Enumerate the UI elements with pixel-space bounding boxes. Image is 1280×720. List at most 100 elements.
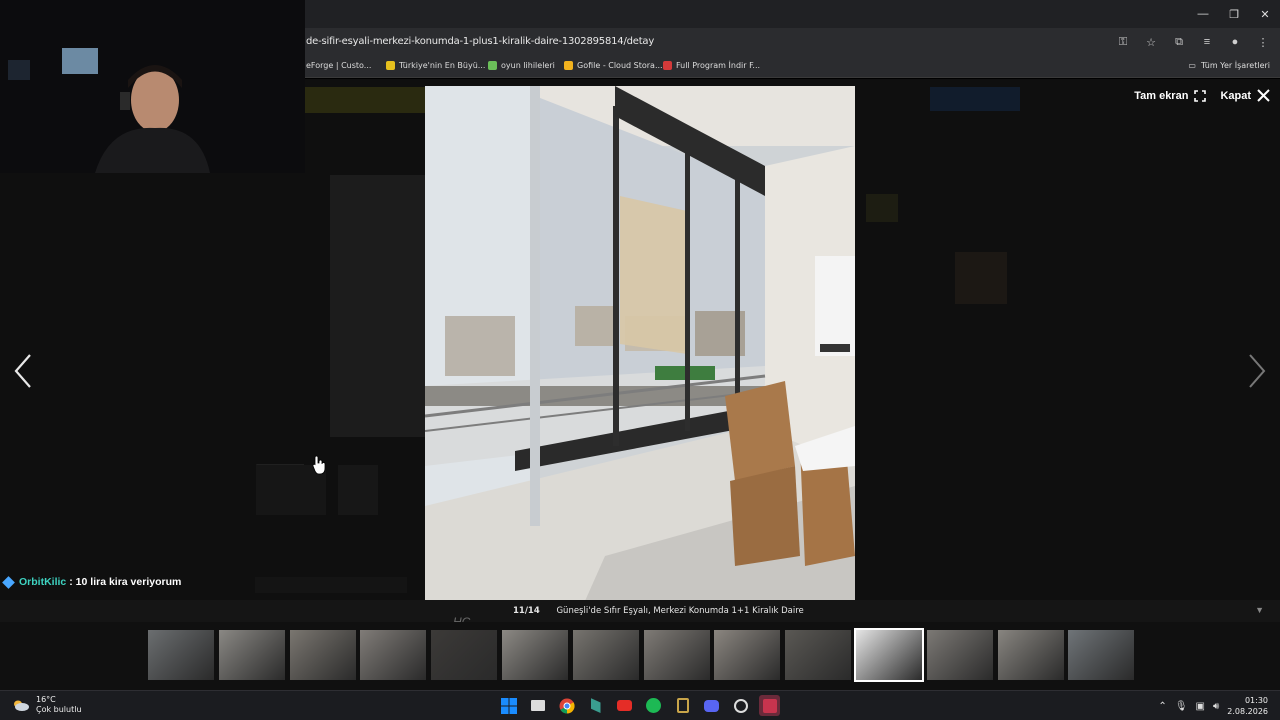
bookmark-favicon-icon (564, 61, 573, 70)
close-icon (1257, 89, 1270, 102)
photo-title: Güneşli'de Sıfır Eşyalı, Merkezi Konumda… (556, 606, 804, 616)
thumbnail-11[interactable] (854, 628, 924, 682)
scroll-down-icon[interactable]: ▼ (1255, 605, 1264, 615)
fullscreen-icon (1194, 89, 1207, 102)
taskbar-spotify[interactable] (643, 695, 664, 716)
taskbar-app[interactable] (730, 695, 751, 716)
temperature: 16°C (36, 695, 56, 704)
restore-icon[interactable]: ❐ (1219, 0, 1249, 28)
browser-menu-icon[interactable]: ⋮ (1254, 33, 1272, 51)
thumbnail-4[interactable] (360, 630, 427, 680)
extensions-icon[interactable]: ⧉ (1170, 33, 1188, 51)
discord-icon (704, 699, 719, 712)
chevron-left-icon (14, 354, 31, 388)
bookmark-item[interactable]: eForge | Custo... (306, 61, 371, 70)
bookmark-label: Türkiye'nin En Büyü... (399, 61, 486, 70)
thumbnail-9[interactable] (714, 630, 781, 680)
network-icon[interactable]: ▣ (1196, 701, 1205, 712)
all-bookmarks[interactable]: ▭ Tüm Yer İşaretleri (1188, 61, 1270, 70)
previous-photo-button[interactable] (10, 352, 36, 390)
webcam-overlay (0, 0, 305, 173)
balcony-photo (425, 86, 855, 601)
thumbnail-8[interactable] (643, 630, 710, 680)
taskbar-app[interactable] (672, 695, 693, 716)
close-lightbox-button[interactable]: Kapat (1220, 89, 1270, 102)
main-photo (425, 86, 855, 601)
mouse-hand-cursor-icon (312, 455, 326, 475)
thumbnail-12[interactable] (926, 630, 993, 680)
clock[interactable]: 01:30 2.08.2026 (1227, 695, 1268, 717)
start-button[interactable] (498, 695, 519, 716)
app-icon (590, 698, 601, 713)
close-label: Kapat (1220, 89, 1251, 102)
bookmark-item[interactable]: Full Program İndir F... (663, 61, 760, 70)
folder-icon: ▭ (1188, 61, 1196, 70)
lightbox-controls: Tam ekran Kapat (1134, 89, 1270, 102)
app-icon (676, 698, 689, 713)
bookmark-item[interactable]: oyun lihileleri (488, 61, 555, 70)
header-button-ghost (930, 87, 1020, 111)
webcam-feed (0, 0, 305, 173)
taskbar-active-app[interactable] (759, 695, 780, 716)
minimize-icon[interactable]: — (1188, 0, 1218, 28)
file-explorer-icon (530, 700, 545, 711)
chat-username: OrbitKilic (19, 576, 67, 588)
ghost-bar (255, 577, 407, 593)
volume-icon[interactable]: 🔊︎ (1213, 701, 1219, 712)
app-icon (762, 698, 777, 713)
clock-date: 2.08.2026 (1227, 707, 1268, 716)
taskbar-app[interactable] (585, 695, 606, 716)
bookmark-favicon-icon (663, 61, 672, 70)
thumbnail-1[interactable] (148, 630, 214, 680)
taskbar-chrome[interactable] (556, 695, 577, 716)
thumbnail-2[interactable] (218, 630, 285, 680)
taskbar: 16°C Çok bulutlu ⌃ 🎙︎ ▣ 🔊︎ 01:30 2.08.20… (0, 690, 1280, 720)
thumbnail-5[interactable] (431, 630, 498, 680)
chat-text: : 10 lira kira veriyorum (69, 576, 182, 588)
chevron-up-icon[interactable]: ⌃ (1158, 701, 1166, 712)
fullscreen-label: Tam ekran (1134, 89, 1189, 102)
thumbnail-strip (0, 622, 1280, 690)
taskbar-apps (498, 695, 780, 716)
bookmark-label: Full Program İndir F... (676, 61, 761, 70)
bookmark-favicon-icon (488, 61, 497, 70)
system-tray: ⌃ 🎙︎ ▣ 🔊︎ 01:30 2.08.2026 (1158, 695, 1268, 717)
bookmark-item[interactable]: Gofile - Cloud Stora... (564, 61, 663, 70)
thumbnail-3[interactable] (289, 630, 356, 680)
thumbnail-6[interactable] (502, 630, 568, 680)
next-photo-button[interactable] (1244, 352, 1270, 390)
taskbar-youtube[interactable] (614, 695, 635, 716)
caption-bar: 11/14 Güneşli'de Sıfır Eşyalı, Merkezi K… (0, 600, 1280, 622)
fullscreen-button[interactable]: Tam ekran (1134, 89, 1207, 102)
cloud-icon (14, 700, 29, 711)
close-window-icon[interactable]: ✕ (1250, 0, 1280, 28)
taskbar-file-explorer[interactable] (527, 695, 548, 716)
thumbnail-13[interactable] (997, 630, 1064, 680)
all-bookmarks-label: Tüm Yer İşaretleri (1200, 61, 1270, 70)
media-controls-icon[interactable]: ≡ (1198, 33, 1216, 51)
bookmark-item[interactable]: Türkiye'nin En Büyü... (386, 61, 485, 70)
app-icon (733, 698, 748, 713)
bookmark-label: oyun lihileleri (501, 61, 555, 70)
spotify-icon (646, 698, 661, 713)
microphone-icon[interactable]: 🎙︎ (1175, 701, 1188, 712)
bookmark-star-icon[interactable]: ☆ (1142, 33, 1160, 51)
profile-avatar-icon[interactable]: ● (1226, 33, 1244, 51)
url-text[interactable]: de-sifir-esyali-merkezi-konumda-1-plus1-… (306, 36, 654, 47)
thumbnail-14[interactable] (1068, 630, 1135, 680)
agent-photo-ghost (955, 252, 1007, 304)
thumbnail-10[interactable] (785, 630, 852, 680)
taskbar-discord[interactable] (701, 695, 722, 716)
clock-time: 01:30 (1244, 696, 1268, 705)
bookmark-label: eForge | Custo... (306, 61, 372, 70)
agency-logo-ghost (866, 194, 898, 222)
chevron-right-icon (1249, 354, 1266, 388)
weather-condition: Çok bulutlu (36, 705, 82, 714)
site-logo-ghost (305, 87, 425, 113)
thumbnail-7[interactable] (572, 630, 639, 680)
chat-badge-icon (2, 575, 15, 589)
password-key-icon[interactable]: ⚿ (1114, 33, 1132, 51)
omnibox-actions: ⚿ ☆ ⧉ ≡ ● ⋮ (1114, 33, 1272, 51)
weather-widget[interactable]: 16°C Çok bulutlu (12, 695, 82, 715)
listing-photo-ghost (330, 175, 426, 437)
